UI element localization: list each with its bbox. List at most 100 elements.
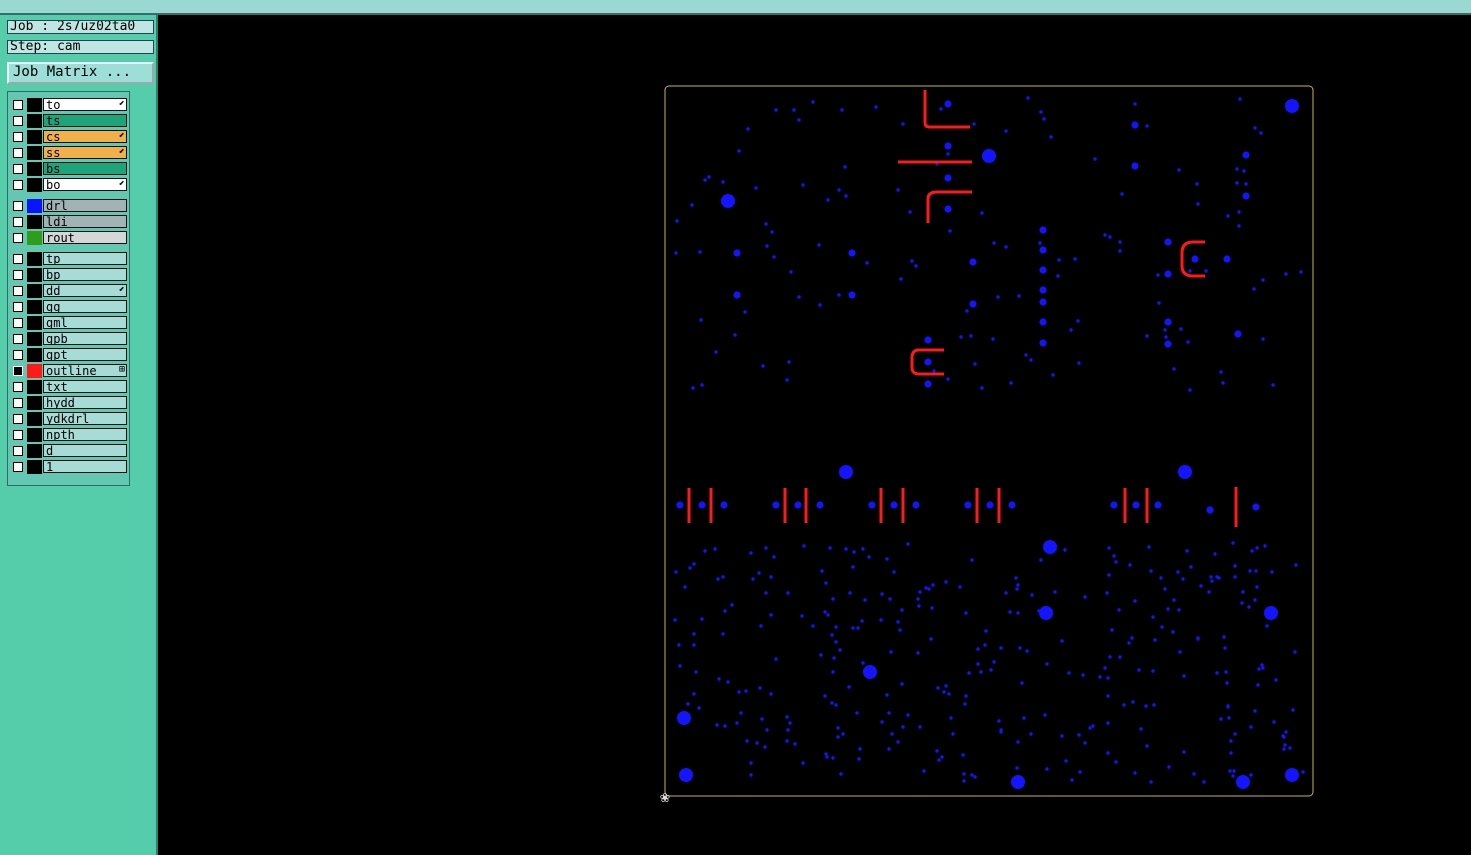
layer-name[interactable]: gml bbox=[43, 316, 127, 329]
layer-row-d[interactable]: d bbox=[11, 444, 127, 458]
layer-checkbox[interactable] bbox=[13, 180, 23, 190]
layer-checkbox[interactable] bbox=[13, 414, 23, 424]
graphic-canvas[interactable]: ❀ bbox=[160, 15, 1471, 855]
via bbox=[1225, 681, 1229, 685]
layer-color-swatch[interactable] bbox=[27, 114, 42, 128]
layer-name[interactable]: gg bbox=[43, 300, 127, 313]
arrow-icon: ⬋ bbox=[118, 146, 125, 157]
layer-row-drl[interactable]: drl bbox=[11, 199, 127, 213]
layer-row-ydkdrl[interactable]: ydkdrl bbox=[11, 412, 127, 426]
layer-name[interactable]: ts bbox=[43, 114, 127, 127]
layer-color-swatch[interactable] bbox=[27, 444, 42, 458]
layer-name[interactable]: hydd bbox=[43, 396, 127, 409]
layer-row-gpt[interactable]: gpt bbox=[11, 348, 127, 362]
via bbox=[1045, 662, 1049, 666]
layer-checkbox[interactable] bbox=[13, 398, 23, 408]
layer-row-dd[interactable]: dd ⬋ bbox=[11, 284, 127, 298]
layer-name[interactable]: rout bbox=[43, 231, 127, 244]
layer-checkbox[interactable] bbox=[13, 233, 23, 243]
layer-checkbox[interactable] bbox=[13, 318, 23, 328]
layer-name[interactable]: ldi bbox=[43, 215, 127, 228]
layer-name[interactable]: gpb bbox=[43, 332, 127, 345]
layer-name[interactable]: ydkdrl bbox=[43, 412, 127, 425]
layer-name[interactable]: 1 bbox=[43, 460, 127, 473]
layer-color-swatch[interactable] bbox=[27, 348, 42, 362]
layer-color-swatch[interactable] bbox=[27, 380, 42, 394]
layer-color-swatch[interactable] bbox=[27, 460, 42, 474]
layer-row-gml[interactable]: gml bbox=[11, 316, 127, 330]
layer-color-swatch[interactable] bbox=[27, 268, 42, 282]
layer-checkbox[interactable] bbox=[13, 148, 23, 158]
via bbox=[786, 591, 790, 595]
layer-color-swatch[interactable] bbox=[27, 316, 42, 330]
via bbox=[692, 562, 696, 566]
layer-color-swatch[interactable] bbox=[27, 284, 42, 298]
layer-row-npth[interactable]: npth bbox=[11, 428, 127, 442]
layer-color-swatch[interactable] bbox=[27, 396, 42, 410]
layer-checkbox[interactable] bbox=[13, 217, 23, 227]
layer-color-swatch[interactable] bbox=[27, 130, 42, 144]
layer-row-ts[interactable]: ts bbox=[11, 114, 127, 128]
layer-name[interactable]: tp bbox=[43, 252, 127, 265]
layer-name[interactable]: bs bbox=[43, 162, 127, 175]
layer-row-rout[interactable]: rout bbox=[11, 231, 127, 245]
layer-color-swatch[interactable] bbox=[27, 98, 42, 112]
layer-color-swatch[interactable] bbox=[27, 332, 42, 346]
layer-checkbox[interactable] bbox=[13, 201, 23, 211]
via bbox=[1177, 608, 1181, 612]
layer-row-tp[interactable]: tp bbox=[11, 252, 127, 266]
layer-name[interactable]: bp bbox=[43, 268, 127, 281]
layer-name[interactable]: gpt bbox=[43, 348, 127, 361]
layer-name[interactable]: bo bbox=[43, 178, 127, 191]
layer-name[interactable]: cs bbox=[43, 130, 127, 143]
layer-color-swatch[interactable] bbox=[27, 162, 42, 176]
layer-name[interactable]: to bbox=[43, 98, 127, 111]
layer-checkbox[interactable] bbox=[13, 286, 23, 296]
layer-checkbox[interactable] bbox=[13, 132, 23, 142]
layer-color-swatch[interactable] bbox=[27, 412, 42, 426]
layer-checkbox[interactable] bbox=[13, 382, 23, 392]
layer-row-gpb[interactable]: gpb bbox=[11, 332, 127, 346]
layer-row-ldi[interactable]: ldi bbox=[11, 215, 127, 229]
layer-checkbox[interactable] bbox=[13, 100, 23, 110]
layer-name[interactable]: outline bbox=[43, 364, 127, 377]
layer-checkbox[interactable] bbox=[13, 254, 23, 264]
layer-checkbox[interactable] bbox=[13, 302, 23, 312]
layer-checkbox[interactable] bbox=[13, 334, 23, 344]
layer-name[interactable]: d bbox=[43, 444, 127, 457]
layer-color-swatch[interactable] bbox=[27, 300, 42, 314]
layer-row-hydd[interactable]: hydd bbox=[11, 396, 127, 410]
layer-color-swatch[interactable] bbox=[27, 178, 42, 192]
layer-color-swatch[interactable] bbox=[27, 146, 42, 160]
layer-row-txt[interactable]: txt bbox=[11, 380, 127, 394]
layer-row-bp[interactable]: bp bbox=[11, 268, 127, 282]
layer-row-bs[interactable]: bs bbox=[11, 162, 127, 176]
layer-row-cs[interactable]: cs ⬋ bbox=[11, 130, 127, 144]
layer-name[interactable]: dd bbox=[43, 284, 127, 297]
layer-row-bo[interactable]: bo ⬋ bbox=[11, 178, 127, 192]
layer-checkbox[interactable] bbox=[13, 350, 23, 360]
layer-color-swatch[interactable] bbox=[27, 215, 42, 229]
layer-checkbox[interactable] bbox=[13, 446, 23, 456]
layer-color-swatch[interactable] bbox=[27, 364, 42, 378]
layer-color-swatch[interactable] bbox=[27, 199, 42, 213]
layer-checkbox[interactable] bbox=[13, 462, 23, 472]
layer-name[interactable]: ss bbox=[43, 146, 127, 159]
layer-row-gg[interactable]: gg bbox=[11, 300, 127, 314]
layer-name[interactable]: npth bbox=[43, 428, 127, 441]
layer-row-to[interactable]: to ⬋ bbox=[11, 98, 127, 112]
layer-checkbox[interactable] bbox=[13, 164, 23, 174]
layer-checkbox[interactable] bbox=[13, 430, 23, 440]
job-matrix-button[interactable]: Job Matrix ... bbox=[7, 62, 154, 84]
layer-checkbox[interactable] bbox=[13, 366, 23, 376]
layer-checkbox[interactable] bbox=[13, 116, 23, 126]
layer-row-outline[interactable]: outline ⊞ bbox=[11, 364, 127, 378]
layer-name[interactable]: txt bbox=[43, 380, 127, 393]
layer-name[interactable]: drl bbox=[43, 199, 127, 212]
layer-color-swatch[interactable] bbox=[27, 231, 42, 245]
layer-color-swatch[interactable] bbox=[27, 252, 42, 266]
layer-checkbox[interactable] bbox=[13, 270, 23, 280]
layer-color-swatch[interactable] bbox=[27, 428, 42, 442]
layer-row-1[interactable]: 1 bbox=[11, 460, 127, 474]
layer-row-ss[interactable]: ss ⬋ bbox=[11, 146, 127, 160]
